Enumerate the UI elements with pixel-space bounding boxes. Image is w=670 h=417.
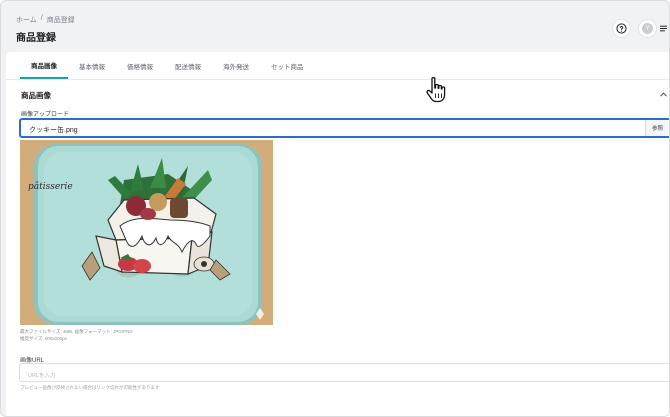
menu-icon [660, 25, 667, 32]
upload-label: 画像アップロード [21, 112, 70, 118]
section-title: 商品画像 [21, 91, 51, 100]
cookie-tin-photo: pâtisserie [20, 140, 273, 325]
spec-line-2: 推奨サイズ: 000x000px [20, 336, 67, 341]
tab-divider [6, 79, 669, 80]
tab-basic-info[interactable]: 基本情報 [68, 52, 116, 79]
help-button[interactable] [612, 19, 631, 38]
tab-shipping-info[interactable]: 配送情報 [164, 52, 212, 79]
avatar-initial: Y [642, 23, 653, 34]
user-menu-button[interactable]: Y [638, 19, 668, 38]
tab-overseas-shipping[interactable]: 海外発送 [212, 52, 260, 79]
chevron-up-icon[interactable] [659, 90, 668, 99]
content-card: 商品画像 基本情報 価格情報 配送情報 海外発送 セット商品 商品画像 画像アッ… [6, 52, 669, 416]
image-url-hint: プレビュー画像が反映されない場合はリンク切れが可能性があります [20, 385, 160, 390]
patisserie-logo: pâtisserie [28, 181, 73, 192]
image-url-field[interactable] [19, 363, 669, 385]
avatar: Y [638, 19, 657, 38]
image-url-input[interactable] [20, 367, 669, 385]
browse-button[interactable]: 参照 [645, 120, 669, 136]
breadcrumb-current: 商品登録 [46, 17, 75, 24]
breadcrumb: ホーム / 商品登録 [16, 15, 75, 25]
tab-product-image[interactable]: 商品画像 [20, 52, 68, 79]
hand-pointer-icon [426, 77, 446, 103]
tab-price-info[interactable]: 価格情報 [116, 52, 164, 79]
spec-line-1: 最大ファイルサイズ: 4MB, 画像フォーマット: JPG/PNG [20, 329, 133, 334]
page-title: 商品登録 [16, 33, 56, 44]
tab-bar: 商品画像 基本情報 価格情報 配送情報 海外発送 セット商品 [20, 52, 315, 79]
question-circle-icon [616, 23, 627, 34]
breadcrumb-home[interactable]: ホーム [16, 15, 37, 25]
app-window: ホーム / 商品登録 商品登録 Y 商品画像 基本情報 価格情報 配送情報 海外… [0, 0, 670, 417]
file-name-value: クッキー缶.png [29, 127, 78, 134]
file-upload-field[interactable]: クッキー缶.png 参照 [19, 118, 669, 138]
tab-set-product[interactable]: セット商品 [260, 52, 315, 79]
breadcrumb-separator: / [40, 15, 43, 22]
upload-spec-text: 最大ファイルサイズ: 4MB, 画像フォーマット: JPG/PNG 推奨サイズ:… [20, 328, 133, 342]
image-preview: pâtisserie [20, 140, 273, 325]
